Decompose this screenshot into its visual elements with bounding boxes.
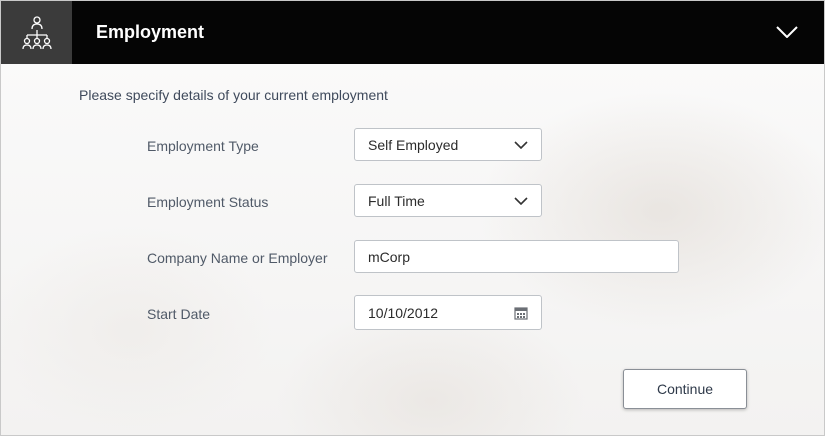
intro-text: Please specify details of your current e…: [79, 87, 388, 103]
calendar-icon: [514, 306, 528, 320]
date-picker-button[interactable]: [501, 296, 541, 329]
continue-button[interactable]: Continue: [623, 369, 747, 409]
company-name-value: mCorp: [368, 248, 411, 265]
start-date-input[interactable]: 10/10/2012: [354, 295, 542, 330]
org-structure-icon: [21, 15, 52, 49]
header-icon-box: [1, 1, 72, 64]
employment-status-select[interactable]: Full Time: [354, 184, 542, 217]
employment-type-value: Self Employed: [368, 136, 459, 153]
employment-type-dropdown[interactable]: [501, 129, 541, 160]
employment-type-select[interactable]: Self Employed: [354, 128, 542, 161]
employment-status-label: Employment Status: [147, 194, 269, 210]
employment-status-value: Full Time: [368, 192, 425, 209]
section-header[interactable]: Employment: [1, 1, 824, 64]
company-name-label: Company Name or Employer: [147, 250, 328, 266]
start-date-value: 10/10/2012: [368, 304, 439, 321]
section-title: Employment: [96, 22, 205, 42]
collapse-toggle[interactable]: [774, 21, 800, 43]
start-date-label: Start Date: [147, 306, 211, 322]
employment-type-label: Employment Type: [147, 138, 259, 154]
employment-status-dropdown[interactable]: [501, 185, 541, 216]
employment-panel: Employment Please specify details of you…: [0, 0, 825, 436]
chevron-down-icon: [776, 26, 798, 38]
chevron-down-icon: [514, 196, 528, 205]
chevron-down-icon: [514, 140, 528, 149]
company-name-input[interactable]: mCorp: [354, 240, 679, 273]
